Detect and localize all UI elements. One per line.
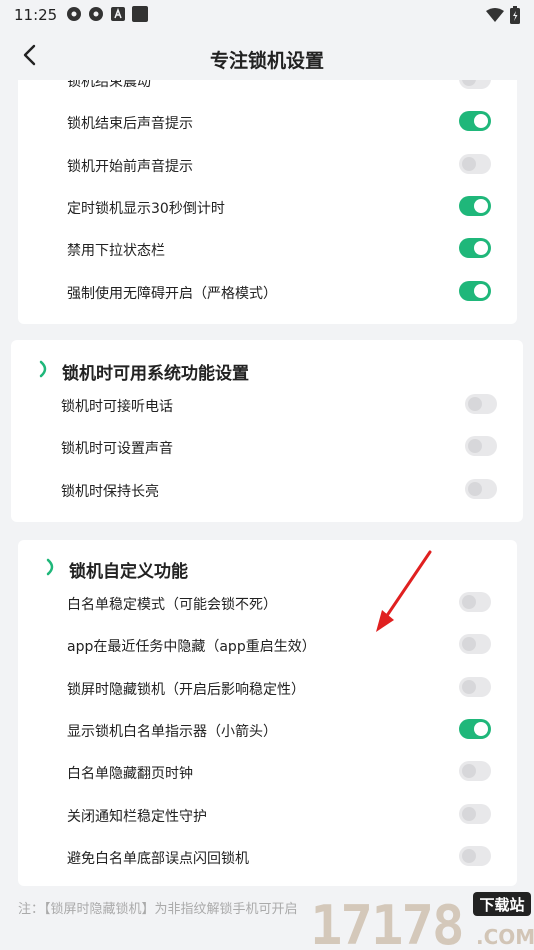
font-notification-icon [111, 7, 125, 21]
toggle-knob [462, 637, 476, 652]
setting-toggle[interactable] [465, 394, 497, 414]
setting-label: 禁用下拉状态栏 [67, 243, 165, 260]
watermark-digits: 17178 [310, 894, 463, 950]
wifi-icon [486, 8, 504, 22]
app-notification-icon [89, 7, 103, 21]
setting-label: 避免白名单底部误点闪回锁机 [67, 850, 249, 867]
square-notification-icon [132, 6, 148, 22]
setting-toggle[interactable] [459, 676, 491, 697]
setting-label: 锁机开始前声音提示 [67, 158, 193, 175]
toggle-knob [462, 595, 476, 609]
setting-label: 白名单隐藏翻页时钟 [67, 766, 193, 783]
setting-row[interactable]: 白名单稳定模式（可能会锁不死） [18, 582, 517, 624]
notification-icons [66, 6, 148, 22]
watermark-tag: 下载站 [479, 896, 524, 914]
toggle-knob [474, 114, 488, 129]
setting-row[interactable]: 锁机时保持长亮 [11, 469, 523, 511]
toggle-knob [474, 198, 488, 213]
footer-note: 注：【锁屏时隐藏锁机】为非指纹解锁手机可开启 [18, 902, 298, 917]
setting-row[interactable]: 强制使用无障碍开启（严格模式） [18, 271, 517, 313]
setting-row[interactable]: 禁用下拉状态栏 [18, 228, 517, 270]
top-app-bar: 专注锁机设置 [0, 30, 534, 80]
setting-toggle[interactable] [459, 803, 491, 824]
setting-toggle[interactable] [459, 761, 491, 782]
toggle-knob [462, 848, 476, 863]
toggle-knob [474, 241, 488, 256]
setting-label: 定时锁机显示30秒倒计时 [67, 200, 225, 217]
setting-row[interactable]: 锁屏时隐藏锁机（开启后影响稳定性） [18, 667, 517, 709]
section-title: 锁机时可用系统功能设置 [62, 364, 249, 384]
settings-card-lock-end: 锁机结束震动 锁机结束后声音提示 锁机开始前声音提示 定时锁机显示30秒倒计时 禁用下拉… [18, 66, 517, 324]
toggle-knob [468, 439, 482, 454]
setting-toggle[interactable] [459, 195, 491, 216]
setting-label: app在最近任务中隐藏（app重启生效） [67, 639, 316, 656]
section-marker-icon [39, 360, 47, 378]
setting-toggle[interactable] [459, 845, 491, 866]
system-icons [486, 6, 520, 24]
setting-toggle[interactable] [459, 280, 491, 301]
watermark-suffix: .COM [476, 925, 534, 949]
setting-toggle[interactable] [459, 238, 491, 259]
toggle-knob [468, 481, 482, 496]
setting-toggle[interactable] [459, 718, 491, 739]
battery-icon [510, 6, 520, 24]
setting-label: 显示锁机白名单指示器（小箭头） [67, 723, 277, 740]
setting-label: 锁屏时隐藏锁机（开启后影响稳定性） [67, 681, 305, 698]
page-title: 专注锁机设置 [209, 50, 324, 72]
setting-row[interactable]: 锁机结束后声音提示 [18, 101, 517, 143]
setting-toggle[interactable] [459, 634, 491, 655]
setting-label: 锁机时可设置声音 [61, 441, 173, 458]
settings-card-custom-functions: 锁机自定义功能 白名单稳定模式（可能会锁不死） app在最近任务中隐藏（app重启… [18, 540, 517, 886]
setting-label: 白名单稳定模式（可能会锁不死） [67, 597, 277, 613]
setting-toggle[interactable] [459, 153, 491, 174]
toggle-knob [474, 721, 488, 736]
setting-toggle[interactable] [465, 478, 497, 499]
red-annotation-arrow-icon [376, 550, 432, 632]
setting-row[interactable]: 白名单隐藏翻页时钟 [18, 751, 517, 793]
setting-row[interactable]: 锁机时可设置声音 [11, 426, 523, 468]
section-title: 锁机自定义功能 [69, 562, 188, 582]
status-time: 11:25 [14, 6, 58, 24]
toggle-knob [468, 397, 482, 411]
setting-label: 强制使用无障碍开启（严格模式） [67, 285, 277, 302]
setting-label: 锁机时可接听电话 [61, 399, 173, 415]
setting-toggle[interactable] [465, 436, 497, 457]
section-marker-icon [46, 558, 54, 576]
site-watermark-logo: 17178 下载站 .COM [310, 892, 534, 950]
toggle-knob [462, 156, 476, 171]
setting-row[interactable]: 显示锁机白名单指示器（小箭头） [18, 709, 517, 751]
setting-row[interactable]: 锁机开始前声音提示 [18, 144, 517, 186]
status-bar: 11:25 [0, 0, 534, 30]
toggle-knob [462, 806, 476, 821]
setting-toggle[interactable] [459, 592, 491, 612]
toggle-knob [474, 283, 488, 298]
setting-row[interactable]: 避免白名单底部误点闪回锁机 [18, 836, 517, 878]
setting-label: 关闭通知栏稳定性守护 [67, 808, 207, 825]
setting-row[interactable]: 关闭通知栏稳定性守护 [18, 794, 517, 836]
setting-label: 锁机结束后声音提示 [67, 116, 193, 133]
toggle-knob [462, 764, 476, 779]
setting-toggle[interactable] [459, 111, 491, 132]
settings-card-system-functions: 锁机时可用系统功能设置 锁机时可接听电话 锁机时可设置声音 锁机时保持长亮 [11, 340, 523, 522]
setting-label: 锁机时保持长亮 [61, 483, 159, 500]
setting-row[interactable]: app在最近任务中隐藏（app重启生效） [18, 624, 517, 666]
setting-row[interactable]: 定时锁机显示30秒倒计时 [18, 186, 517, 228]
app-notification-icon [67, 7, 81, 21]
toggle-knob [462, 679, 476, 694]
setting-row[interactable]: 锁机时可接听电话 [11, 384, 523, 426]
